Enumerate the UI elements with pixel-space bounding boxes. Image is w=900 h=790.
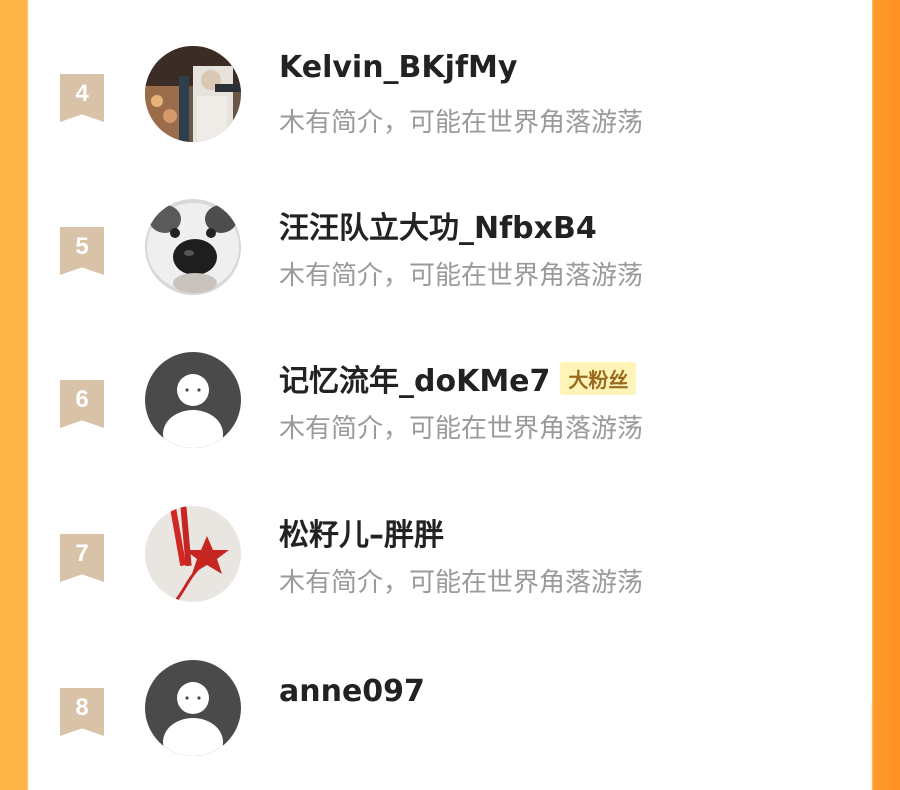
rank-number: 8	[75, 694, 89, 721]
avatar[interactable]	[145, 660, 241, 756]
user-name-text[interactable]: anne097	[279, 674, 425, 709]
user-name[interactable]: 汪汪队立大功_NfbxB4	[279, 203, 597, 247]
user-name[interactable]: anne097	[279, 674, 425, 709]
user-name-text[interactable]: 记忆流年_doKMe7	[279, 364, 550, 399]
avatar[interactable]	[145, 352, 241, 448]
rank-badge: 6	[60, 380, 104, 428]
user-bio: 木有简介，可能在世界角落游荡	[279, 568, 644, 598]
default-avatar-icon	[145, 352, 241, 448]
avatar[interactable]	[145, 199, 241, 295]
user-bio: 木有简介，可能在世界角落游荡	[279, 108, 644, 138]
user-photo-icon	[145, 46, 241, 142]
fan-level-badge: 大粉丝	[560, 362, 637, 395]
list-item[interactable]: 4 Kelvin_BKjfMy 木有简介，可能在世界角落游荡	[29, 46, 872, 176]
rank-badge: 8	[60, 688, 104, 736]
user-name-text[interactable]: Kelvin_BKjfMy	[279, 50, 517, 85]
user-name[interactable]: Kelvin_BKjfMy	[279, 50, 517, 85]
rank-badge: 4	[60, 74, 104, 122]
user-name-text[interactable]: 松籽儿–胖胖	[279, 518, 444, 553]
ranking-list-panel: 4 Kelvin_BKjfMy 木有简介，可能在世界角落游荡 5 汪汪队立大功_…	[29, 0, 872, 756]
avatar[interactable]	[145, 46, 241, 142]
rank-badge: 7	[60, 534, 104, 582]
dog-photo-icon	[145, 199, 241, 295]
rank-badge: 5	[60, 227, 104, 275]
user-bio: 木有简介，可能在世界角落游荡	[279, 414, 644, 444]
rank-number: 7	[75, 540, 89, 567]
rank-number: 6	[75, 386, 89, 413]
ornament-photo-icon	[145, 506, 241, 602]
user-bio: 木有简介，可能在世界角落游荡	[279, 261, 644, 291]
user-name-text[interactable]: 汪汪队立大功_NfbxB4	[279, 211, 597, 246]
avatar[interactable]	[145, 506, 241, 602]
list-item[interactable]: 6 记忆流年_doKMe7 大粉丝 木有简介，可能在世界角落游荡	[29, 352, 872, 482]
rank-number: 5	[75, 233, 89, 260]
user-name[interactable]: 松籽儿–胖胖	[279, 510, 444, 554]
list-item[interactable]: 7 松籽儿–胖胖 木有简介，可能在世界角落游荡	[29, 506, 872, 636]
list-item[interactable]: 5 汪汪队立大功_NfbxB4 木有简介，可能在世界角落游荡	[29, 199, 872, 329]
default-avatar-icon	[145, 660, 241, 756]
rank-number: 4	[75, 80, 89, 107]
list-item[interactable]: 8 anne097	[29, 660, 872, 790]
user-name[interactable]: 记忆流年_doKMe7 大粉丝	[279, 356, 637, 400]
